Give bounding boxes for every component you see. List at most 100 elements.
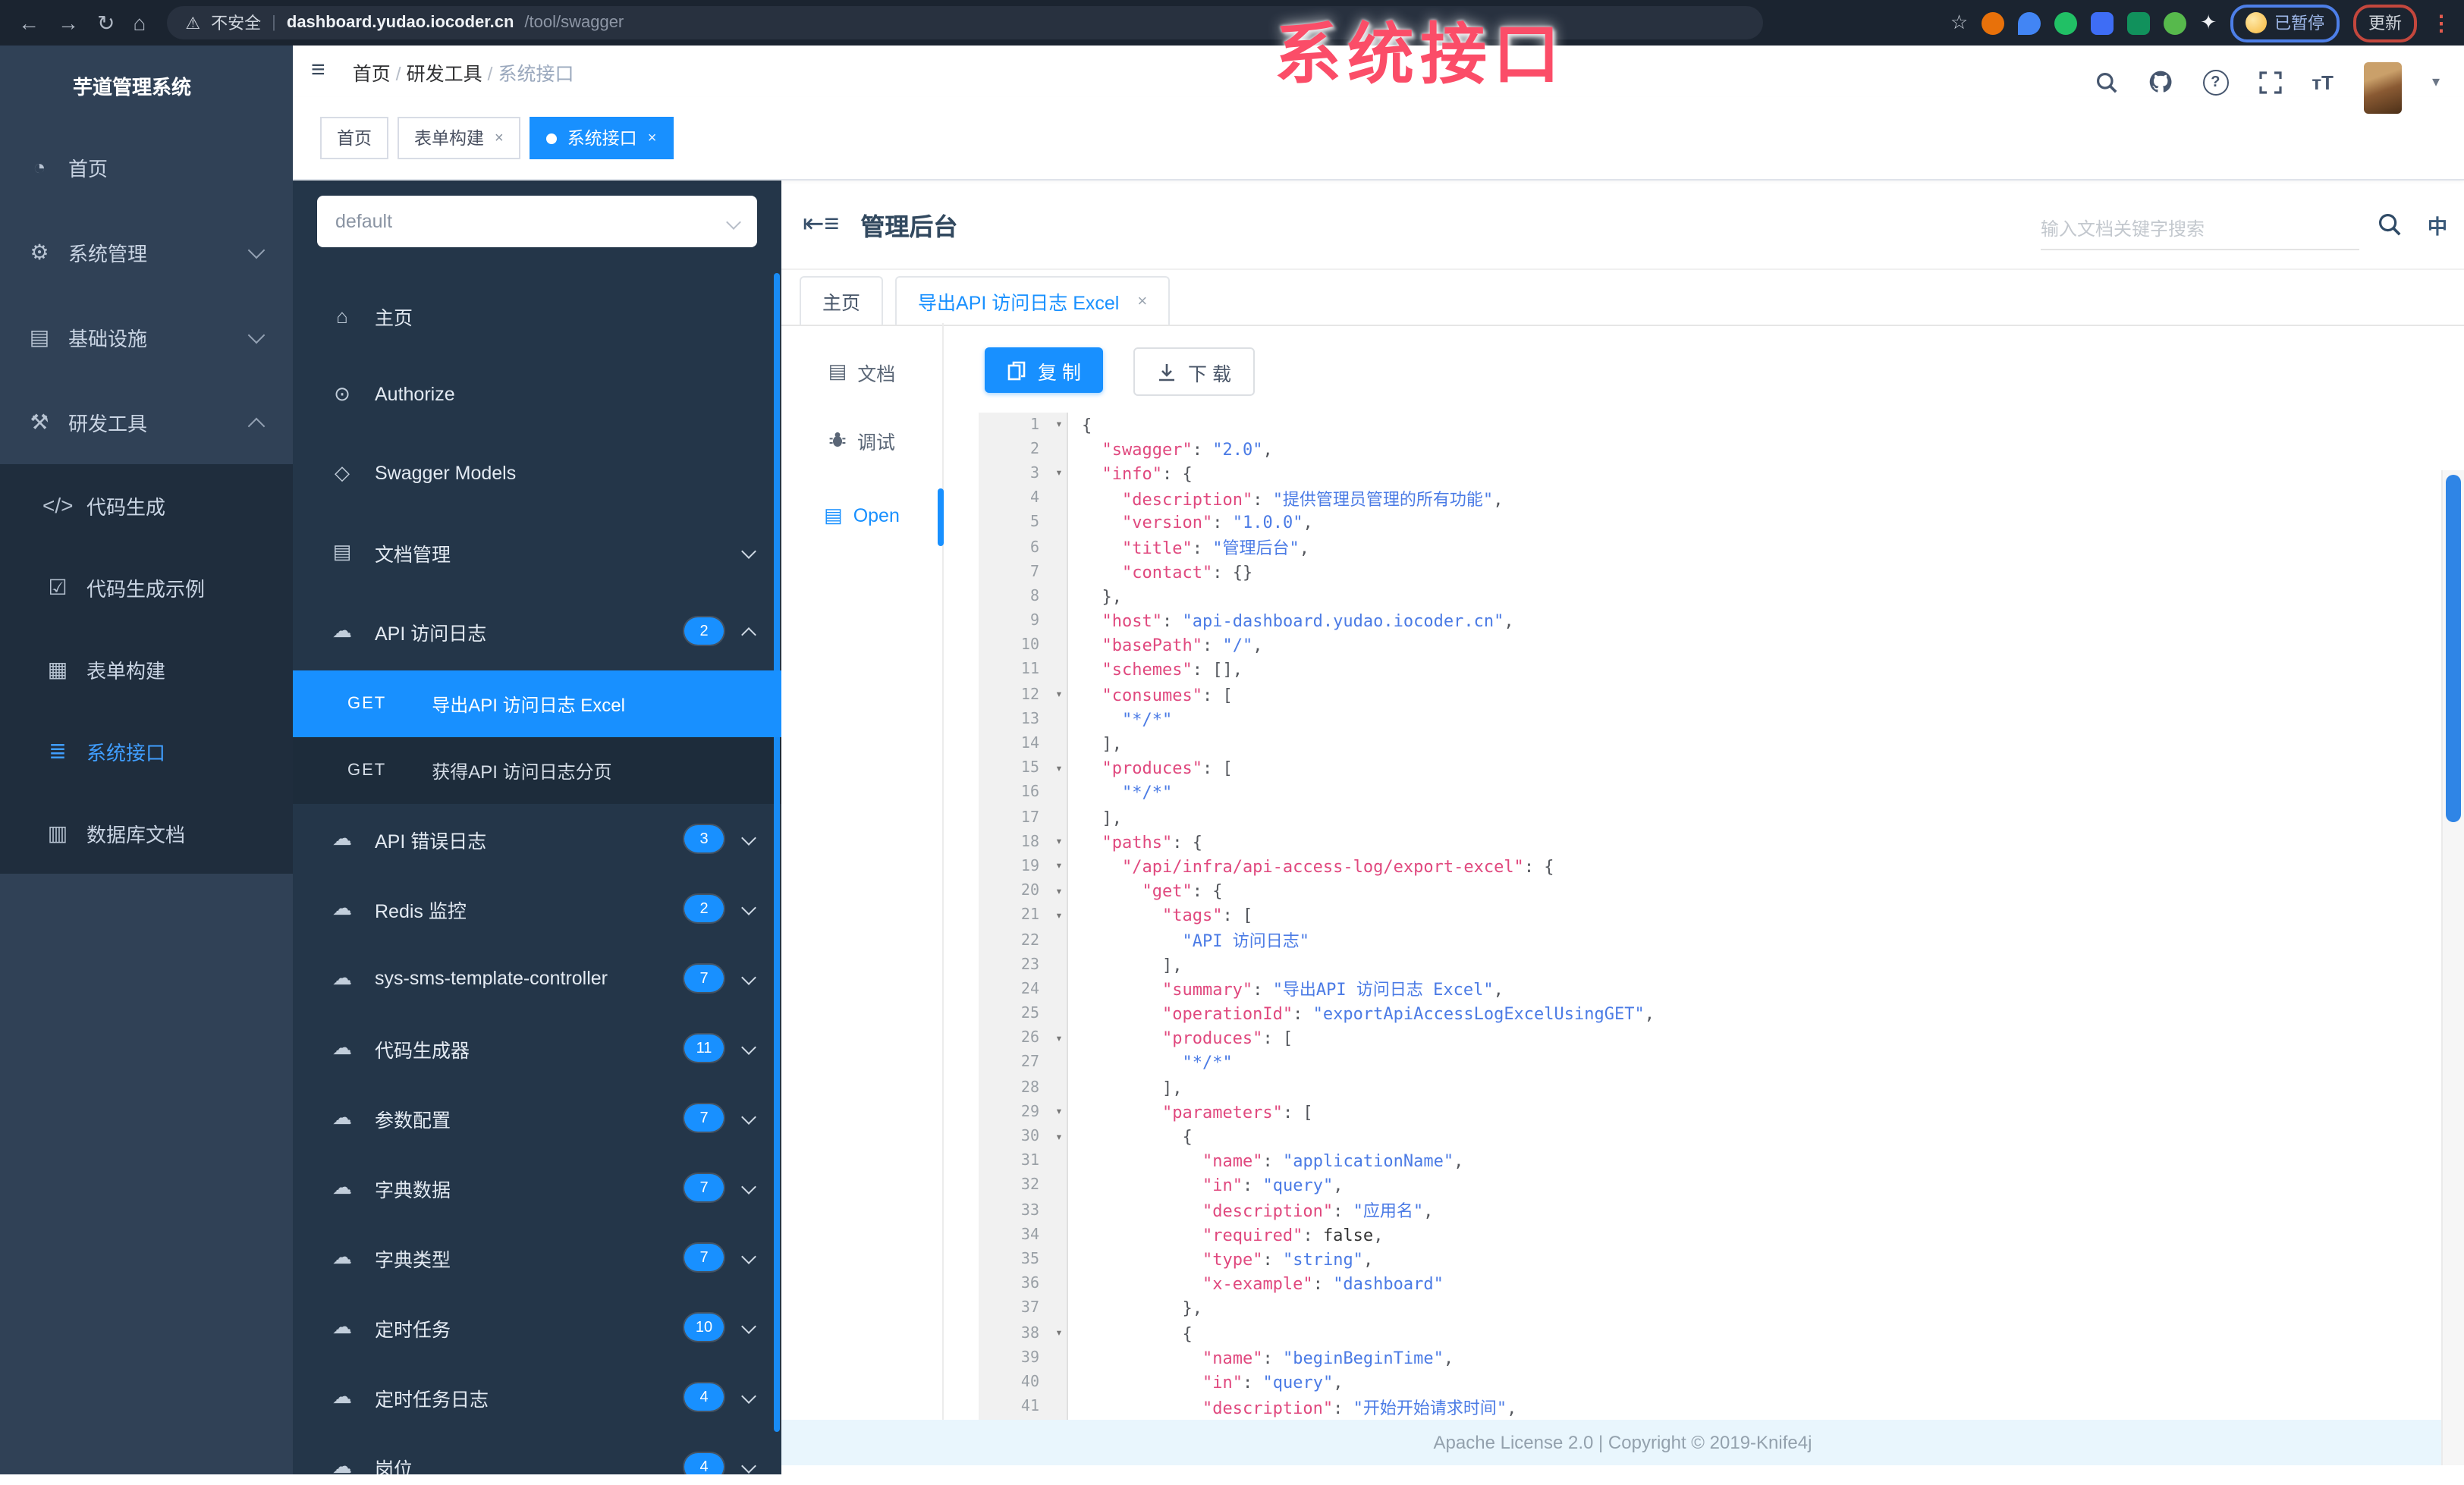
extension-icon[interactable] [2127,11,2151,34]
fold-arrow-icon[interactable]: ▾ [1045,1027,1073,1051]
fold-arrow-icon[interactable]: ▾ [1045,855,1073,879]
close-icon[interactable]: × [495,130,504,146]
user-avatar[interactable] [2363,62,2402,114]
chevron-down-icon [741,1110,756,1125]
breadcrumb-item[interactable]: 研发工具 [407,63,482,84]
sidebar-subitem[interactable]: </> 代码生成 [0,464,293,546]
help-icon[interactable]: ? [2202,69,2229,95]
count-badge: 3 [684,825,724,852]
doc-tab[interactable]: 主页 [800,276,884,325]
count-badge: 7 [684,965,724,992]
fold-arrow-icon[interactable]: ▾ [1045,1321,1073,1345]
tag-tab[interactable]: 系统接口 × [529,117,674,159]
browser-menu-icon[interactable]: ⋮ [2431,10,2452,36]
line-number: 26 [1020,1030,1039,1047]
swagger-group-item[interactable]: ☁ API 错误日志 3 [293,804,781,874]
fold-arrow-icon[interactable]: ▾ [1045,830,1073,855]
extension-icon[interactable] [2054,11,2078,34]
search-icon[interactable] [2095,71,2117,93]
subnav-active-indicator [938,488,944,546]
swagger-menu-item[interactable]: ⊙ Authorize [293,355,781,434]
doc-body: ▤ 文档调试 ▤ Open 复 制 下 载 1 ▾ {2 "swagger": "2.0"… [781,323,2464,1485]
extension-icon[interactable]: ✦ [2200,11,2217,35]
extension-icon[interactable] [2091,11,2114,34]
doc-tab[interactable]: 导出API 访问日志 Excel × [895,276,1171,325]
bookmark-star-icon[interactable]: ☆ [1950,11,1968,35]
sidebar-subitem-label: 系统接口 [86,741,166,764]
cloud-icon: ☁ [332,1106,352,1129]
hamburger-icon[interactable]: ≡ [311,58,325,85]
breadcrumb-item[interactable]: 首页 [353,63,391,84]
sidebar-scrollbar[interactable] [774,273,780,1432]
line-number: 17 [1020,809,1039,827]
fold-arrow-icon[interactable]: ▾ [1045,904,1073,928]
swagger-group-item[interactable]: ☁ 定时任务日志 4 [293,1362,781,1432]
menu-fold-icon[interactable]: ⇤≡ [803,209,839,239]
reload-icon[interactable]: ↻ [97,0,115,46]
copy-button[interactable]: 复 制 [985,347,1104,393]
swagger-group-item[interactable]: ☁ Redis 监控 2 [293,874,781,943]
swagger-menu-item[interactable]: ⌂ 主页 [293,276,781,355]
swagger-menu-item[interactable]: ◇ Swagger Models [293,434,781,513]
sidebar-item[interactable]: ⚙ 系统管理 [0,209,293,294]
group-select[interactable]: default [317,196,757,247]
subnav-item[interactable]: 调试 [781,422,942,458]
sidebar-item[interactable]: ◔ 首页 [0,124,293,209]
swagger-group-item[interactable]: ☁ 代码生成器 11 [293,1013,781,1083]
extension-icon[interactable] [2018,11,2041,34]
dashboard-icon: ◔ [33,155,46,179]
page-scrollbar-track[interactable] [2441,470,2464,1465]
sidebar-item[interactable]: ▤ 基础设施 [0,294,293,379]
doc-search-icon[interactable] [2378,212,2402,237]
fold-arrow-icon[interactable]: ▾ [1045,683,1073,707]
fold-arrow-icon[interactable]: ▾ [1045,879,1073,903]
update-button[interactable]: 更新 [2353,4,2417,42]
sidebar-subitem[interactable]: ≣ 系统接口 [0,710,293,792]
subnav-item[interactable]: ▤ 文档 [781,353,942,390]
fold-arrow-icon[interactable]: ▾ [1045,756,1073,780]
github-icon[interactable] [2148,70,2172,94]
fold-arrow-icon[interactable]: ▾ [1045,462,1073,486]
sidebar-subitem[interactable]: ▥ 数据库文档 [0,792,293,874]
swagger-group-item[interactable]: ☁ sys-sms-template-controller 7 [293,943,781,1013]
breadcrumb: ≡ 首页 / 研发工具 / 系统接口 [311,58,574,85]
download-button[interactable]: 下 载 [1133,347,1256,396]
code-editor[interactable]: 1 ▾{2 "swagger": "2.0", 3 ▾ "info": {4 "des… [979,413,2440,1420]
swagger-group-item[interactable]: ☁ 岗位 4 [293,1432,781,1474]
app-logo[interactable]: 芋道管理系统 [0,46,293,124]
forward-icon[interactable]: → [58,0,79,46]
fold-arrow-icon[interactable]: ▾ [1045,1125,1073,1149]
language-icon[interactable]: 中 [2428,211,2447,240]
close-icon[interactable]: × [648,130,657,146]
fullscreen-icon[interactable] [2258,71,2281,93]
swagger-menu-item[interactable]: ▤ 文档管理 [293,513,781,592]
sidebar-item[interactable]: ⚒ 研发工具 [0,379,293,464]
swagger-group-item[interactable]: ☁ 定时任务 10 [293,1292,781,1362]
fold-arrow-icon[interactable]: ▾ [1045,1100,1073,1125]
subnav-item[interactable]: ▤ Open [781,498,942,534]
operation-item[interactable]: GET 获得API 访问日志分页 [293,737,781,804]
extension-icon[interactable] [2164,11,2187,34]
back-icon[interactable]: ← [18,0,39,46]
sidebar-subitem[interactable]: ▦ 表单构建 [0,628,293,710]
fold-arrow-icon[interactable]: ▾ [1045,413,1073,437]
extension-icon[interactable] [1982,11,2005,34]
chevron-down-icon[interactable]: ▾ [2432,74,2440,90]
swagger-menu-item[interactable]: ☁ API 访问日志 2 [293,592,781,670]
tag-tab[interactable]: 表单构建 × [398,117,520,159]
swagger-group-item[interactable]: ☁ 字典类型 7 [293,1223,781,1292]
breadcrumb-item[interactable]: 系统接口 [498,63,574,84]
code-line: 28 ], [979,1075,2440,1100]
url-path: /tool/swagger [524,14,624,32]
font-size-icon[interactable]: тT [2312,71,2334,93]
profile-paused-chip[interactable]: 已暂停 [2230,4,2340,42]
tag-tab[interactable]: 首页 [320,117,388,159]
sidebar-subitem[interactable]: ☑ 代码生成示例 [0,546,293,628]
close-icon[interactable]: × [1137,292,1147,310]
swagger-group-item[interactable]: ☁ 字典数据 7 [293,1153,781,1223]
home-icon[interactable]: ⌂ [133,0,146,46]
page-scrollbar-thumb[interactable] [2446,475,2461,822]
operation-item[interactable]: GET 导出API 访问日志 Excel [293,670,781,737]
doc-search-input[interactable]: 输入文档关键字搜索 [2041,206,2359,250]
swagger-group-item[interactable]: ☁ 参数配置 7 [293,1083,781,1153]
